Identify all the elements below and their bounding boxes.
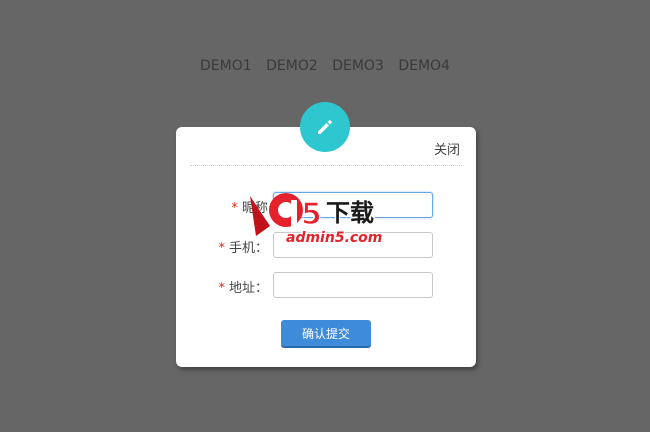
a5-watermark-logo: 5 下载 admin5.com	[246, 186, 402, 246]
required-marker: *	[218, 241, 225, 256]
demo1-link[interactable]: DEMO1	[200, 58, 252, 74]
pencil-icon	[300, 102, 350, 152]
address-row: * 地址：	[176, 272, 476, 300]
dialog-divider	[190, 165, 462, 166]
svg-text:admin5.com: admin5.com	[286, 230, 382, 246]
required-marker: *	[218, 281, 225, 296]
form-dialog: 关闭 *昵称 *手机： *地址： 确认提交	[176, 127, 476, 367]
required-marker: *	[231, 201, 238, 216]
address-label: * 地址：	[218, 281, 268, 296]
submit-button[interactable]: 确认提交	[281, 320, 371, 348]
demo4-link[interactable]: DEMO4	[398, 58, 450, 74]
close-button[interactable]: 关闭	[434, 139, 460, 158]
svg-text:下载: 下载	[326, 199, 374, 227]
demo2-link[interactable]: DEMO2	[266, 58, 318, 74]
address-input[interactable]	[273, 272, 433, 298]
svg-text:5: 5	[301, 197, 322, 232]
demo-nav: DEMO1 DEMO2 DEMO3 DEMO4	[0, 58, 650, 74]
demo3-link[interactable]: DEMO3	[332, 58, 384, 74]
